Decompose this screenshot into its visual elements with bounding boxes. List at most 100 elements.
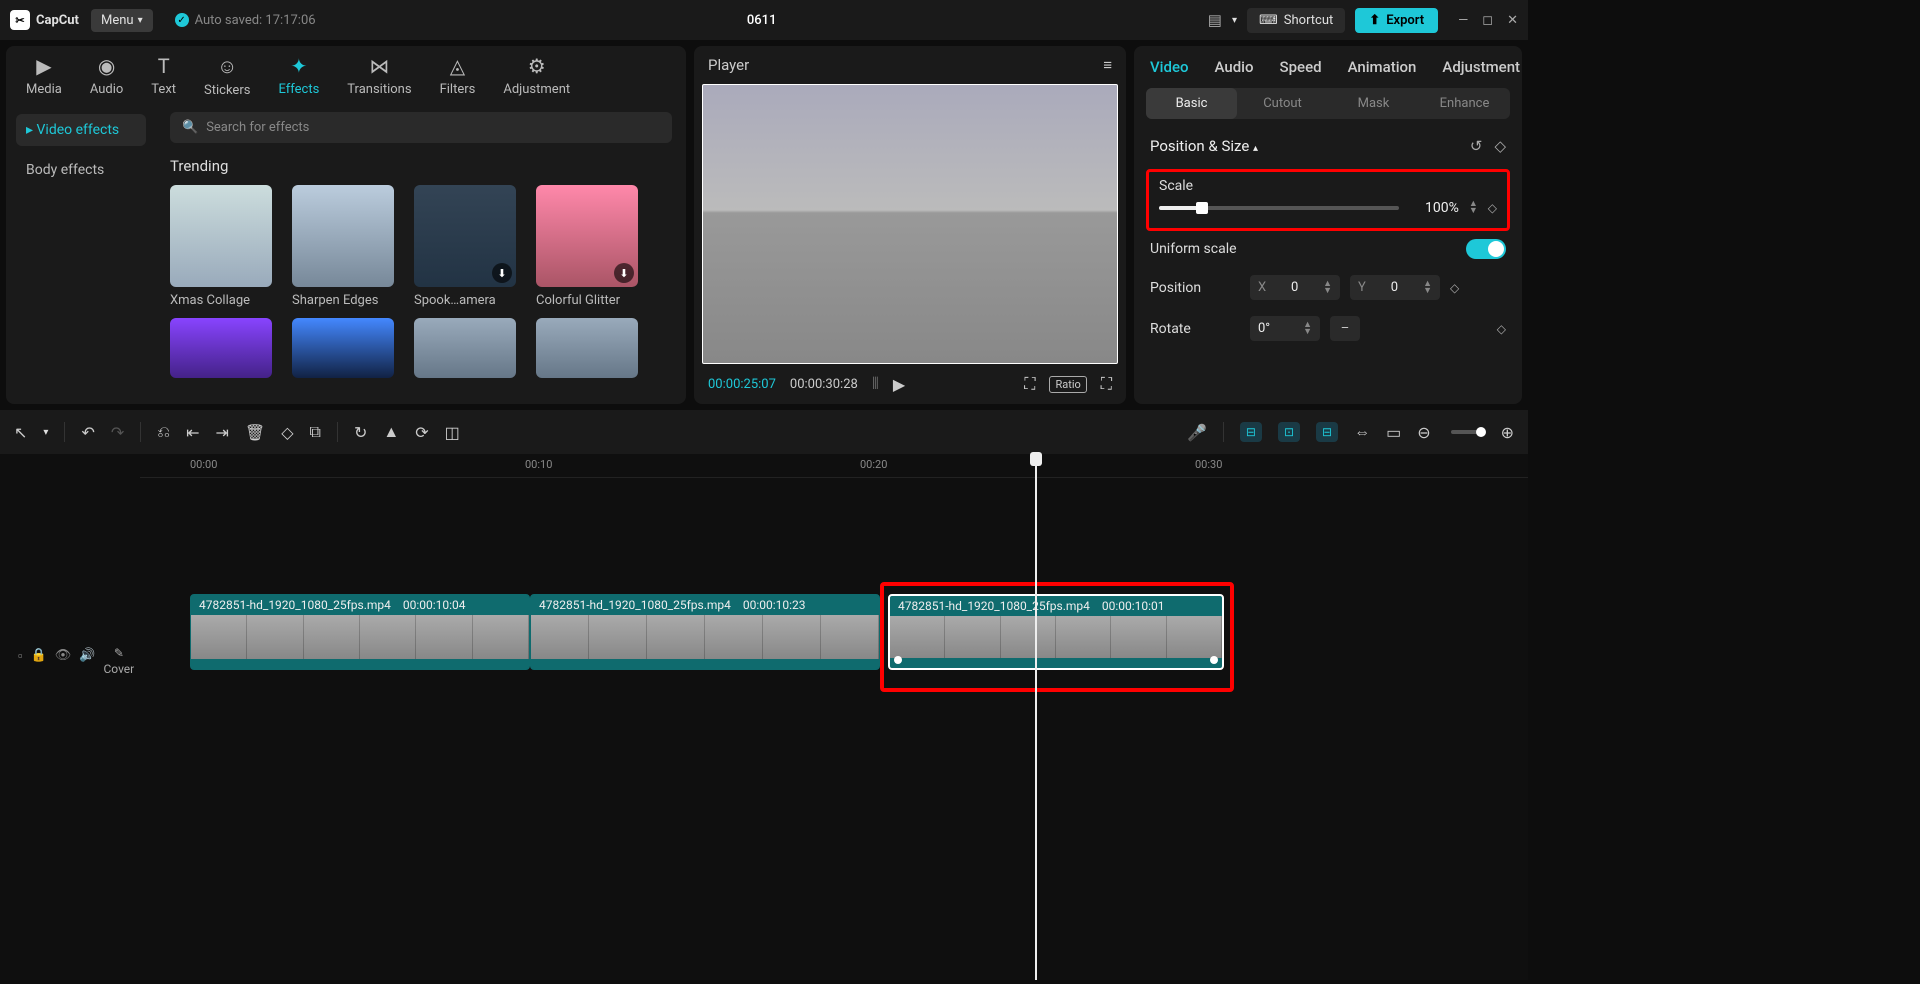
mic-button[interactable]: 🎤: [1187, 423, 1207, 442]
maximize-button[interactable]: ◻: [1482, 13, 1493, 28]
auto-button-1[interactable]: ⊟: [1240, 422, 1262, 442]
position-x-input[interactable]: X 0 ▲▼: [1250, 275, 1340, 300]
undo-button[interactable]: ↶: [81, 423, 94, 442]
tab-speed[interactable]: Speed: [1280, 58, 1322, 76]
tab-effects[interactable]: ✦Effects: [278, 54, 319, 98]
rotate-input[interactable]: 0° ▲▼: [1250, 316, 1320, 341]
effect-thumbnail[interactable]: [170, 318, 272, 378]
selection-tool[interactable]: ↖: [14, 423, 27, 442]
download-icon[interactable]: ⬇: [492, 263, 512, 283]
effect-thumbnail[interactable]: [414, 318, 516, 378]
zoom-slider[interactable]: [1451, 430, 1481, 434]
align-button[interactable]: ⇔: [1354, 422, 1370, 442]
player-title: Player: [708, 56, 749, 74]
redo-button[interactable]: ↷: [111, 423, 124, 442]
auto-button-3[interactable]: ⊟: [1316, 422, 1338, 442]
subtab-enhance[interactable]: Enhance: [1419, 88, 1510, 119]
track-setting-icon[interactable]: ▫: [18, 648, 23, 676]
download-icon[interactable]: ⬇: [614, 263, 634, 283]
effect-item[interactable]: Xmas Collage: [170, 185, 272, 308]
keyframe-icon[interactable]: ◇: [1497, 322, 1506, 336]
prev-frame-button[interactable]: ⦀: [872, 374, 879, 394]
tab-video[interactable]: Video: [1150, 58, 1189, 76]
player-menu-icon[interactable]: ≡: [1103, 56, 1112, 74]
timeline: ↖ ▾ ↶ ↷ ⎌ ⇤ ⇥ 🗑 ◇ ⧉ ↻ ▲ ⟳ ◫ 🎤 ⊟ ⊡ ⊟ ⇔ ▭ …: [0, 410, 1528, 980]
stepper-icon[interactable]: ▲▼: [1323, 281, 1332, 295]
menu-button[interactable]: Menu ▾: [91, 9, 153, 32]
effect-item[interactable]: ⬇ Colorful Glitter: [536, 185, 638, 308]
timeline-clip[interactable]: 4782851-hd_1920_1080_25fps.mp400:00:10:2…: [530, 594, 880, 670]
tab-animation[interactable]: Animation: [1348, 58, 1417, 76]
mute-icon[interactable]: 🔊: [79, 648, 95, 676]
keyframe-icon[interactable]: ◇: [1488, 201, 1497, 215]
shortcut-button[interactable]: ⌨ Shortcut: [1247, 8, 1345, 33]
media-panel: ▶Media ◉Audio TText ☺Stickers ✦Effects ⋈…: [6, 46, 686, 404]
subtab-cutout[interactable]: Cutout: [1237, 88, 1328, 119]
effect-thumbnail[interactable]: [292, 318, 394, 378]
stepper-icon[interactable]: ▲▼: [1303, 322, 1312, 336]
sidebar-item-video-effects[interactable]: ▸ Video effects: [16, 114, 146, 146]
tab-text[interactable]: TText: [151, 54, 176, 98]
keyframe-icon[interactable]: ◇: [1494, 137, 1506, 155]
timeline-clip[interactable]: 4782851-hd_1920_1080_25fps.mp400:00:10:0…: [190, 594, 530, 670]
video-preview[interactable]: [702, 84, 1118, 364]
playhead[interactable]: [1035, 454, 1037, 980]
play-button[interactable]: ▶: [893, 375, 905, 394]
crop-button[interactable]: ◫: [445, 423, 460, 442]
tab-audio[interactable]: ◉Audio: [90, 54, 123, 98]
project-title: 0611: [328, 13, 1196, 28]
tab-stickers[interactable]: ☺Stickers: [204, 54, 250, 98]
time-ruler[interactable]: 00:00 00:10 00:20 00:30: [140, 454, 1528, 478]
reset-icon[interactable]: ↺: [1470, 137, 1483, 155]
tab-adjustment[interactable]: ⚙Adjustment: [503, 54, 570, 98]
chevron-down-icon[interactable]: ▾: [43, 427, 48, 438]
position-y-input[interactable]: Y 0 ▲▼: [1350, 275, 1440, 300]
search-input[interactable]: 🔍 Search for effects: [170, 112, 672, 143]
ratio-button[interactable]: Ratio: [1049, 376, 1086, 393]
stepper-icon[interactable]: ▲▼: [1423, 281, 1432, 295]
export-button[interactable]: ⬆ Export: [1355, 8, 1438, 33]
auto-button-2[interactable]: ⊡: [1278, 422, 1300, 442]
scale-value: 100%: [1409, 200, 1459, 216]
trim-left-button[interactable]: ⇤: [186, 423, 199, 442]
rotate-dial[interactable]: –: [1330, 316, 1360, 341]
tab-media[interactable]: ▶Media: [26, 54, 62, 98]
mirror-button[interactable]: ▲: [383, 422, 399, 442]
tab-filters[interactable]: ◬Filters: [440, 54, 476, 98]
layout-icon[interactable]: ▤: [1208, 11, 1222, 29]
subtab-mask[interactable]: Mask: [1328, 88, 1419, 119]
zoom-out-button[interactable]: ⊖: [1417, 423, 1430, 442]
slider-thumb[interactable]: [1196, 202, 1208, 214]
reverse-button[interactable]: ↻: [354, 423, 367, 442]
player-controls: 00:00:25:07 00:00:30:28 ⦀ ▶ ⛶ Ratio ⛶: [694, 364, 1126, 404]
split-button[interactable]: ⎌: [157, 422, 170, 442]
fullscreen-icon[interactable]: ⛶: [1101, 374, 1112, 394]
tab-transitions[interactable]: ⋈Transitions: [347, 54, 411, 98]
uniform-scale-toggle[interactable]: [1466, 239, 1506, 259]
duplicate-button[interactable]: ⧉: [310, 422, 321, 442]
timeline-tracks[interactable]: 00:00 00:10 00:20 00:30 4782851-hd_1920_…: [140, 454, 1528, 980]
keyframe-icon[interactable]: ◇: [1450, 281, 1459, 295]
effect-item[interactable]: Sharpen Edges: [292, 185, 394, 308]
close-button[interactable]: ✕: [1507, 13, 1518, 28]
scale-stepper[interactable]: ▲▼: [1469, 201, 1478, 215]
trim-right-button[interactable]: ⇥: [215, 423, 228, 442]
fit-screen-icon[interactable]: ⛶: [1024, 374, 1035, 394]
mark-button[interactable]: ◇: [281, 423, 293, 442]
cover-button[interactable]: ✎ Cover: [104, 646, 135, 676]
subtab-basic[interactable]: Basic: [1146, 88, 1237, 119]
sidebar-item-body-effects[interactable]: Body effects: [16, 154, 146, 186]
zoom-fit-button[interactable]: ⊕: [1501, 423, 1514, 442]
delete-button[interactable]: 🗑: [245, 423, 265, 442]
rotate-button[interactable]: ⟳: [415, 423, 428, 442]
minimize-button[interactable]: —: [1458, 13, 1468, 28]
chevron-down-icon[interactable]: ▾: [1232, 15, 1237, 26]
tab-adjustment[interactable]: Adjustment: [1442, 58, 1520, 76]
eye-icon[interactable]: 👁: [55, 648, 72, 676]
lock-icon[interactable]: 🔒: [31, 648, 47, 676]
preview-button[interactable]: ▭: [1386, 423, 1401, 442]
tab-audio[interactable]: Audio: [1215, 58, 1254, 76]
effect-thumbnail[interactable]: [536, 318, 638, 378]
scale-slider[interactable]: [1159, 206, 1399, 210]
effect-item[interactable]: ⬇ Spook…amera: [414, 185, 516, 308]
